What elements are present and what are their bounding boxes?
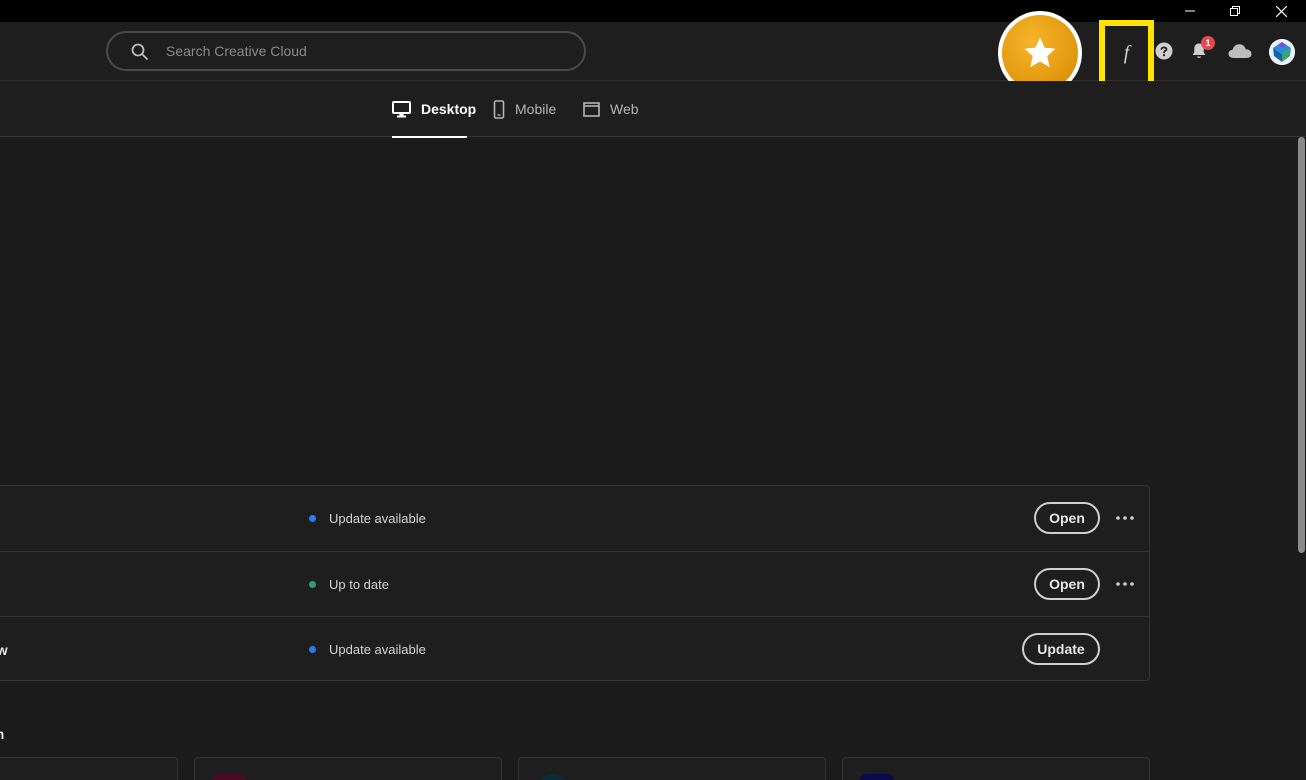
more-options-button[interactable]	[1114, 507, 1136, 529]
app-row: aw Update available Update	[0, 616, 1149, 681]
status-dot-icon	[309, 515, 316, 522]
tab-mobile[interactable]: Mobile	[493, 81, 556, 137]
app-card[interactable]	[518, 757, 826, 780]
tab-web[interactable]: Web	[583, 81, 639, 137]
star-badge-inner	[1002, 15, 1078, 91]
star-icon	[1024, 37, 1056, 68]
fonts-button[interactable]: f	[1099, 20, 1154, 87]
notification-badge: 1	[1201, 36, 1215, 50]
help-icon	[1155, 42, 1173, 60]
help-button[interactable]	[1152, 39, 1176, 63]
app-card[interactable]	[194, 757, 502, 780]
avatar[interactable]	[1269, 39, 1295, 65]
app-row: p Update available Open	[0, 486, 1149, 551]
more-icon	[1116, 582, 1134, 586]
app-row: Up to date Open	[0, 551, 1149, 616]
app-status-text: Up to date	[329, 577, 389, 592]
app-status-text: Update available	[329, 511, 426, 526]
tab-desktop[interactable]: Desktop	[392, 81, 476, 138]
app-status: Update available	[309, 511, 426, 526]
app-header: f 1	[0, 11, 1306, 95]
app-name: aw	[0, 642, 8, 658]
app-status-text: Update available	[329, 642, 426, 657]
cloud-sync-button[interactable]	[1226, 39, 1254, 63]
app-card-icon	[859, 774, 895, 780]
tab-web-label: Web	[610, 101, 639, 117]
installed-apps-list: p Update available Open Up to date Open …	[0, 485, 1150, 681]
app-card[interactable]	[842, 757, 1150, 780]
status-dot-icon	[309, 581, 316, 588]
status-dot-icon	[309, 646, 316, 653]
title-bar	[0, 0, 1306, 22]
mobile-icon	[493, 99, 505, 119]
app-status: Up to date	[309, 577, 389, 592]
cloud-icon	[1228, 44, 1252, 58]
web-icon	[583, 101, 600, 117]
creative-cloud-window: f 1 Desktop Mobile	[0, 0, 1306, 780]
fonts-icon: f	[1123, 42, 1130, 64]
tab-desktop-label: Desktop	[421, 101, 477, 117]
search-bar[interactable]	[106, 31, 586, 71]
close-button[interactable]	[1258, 0, 1304, 22]
search-icon	[131, 43, 148, 60]
more-options-button[interactable]	[1114, 573, 1136, 595]
scrollbar[interactable]	[1296, 137, 1306, 780]
close-icon	[1275, 5, 1287, 17]
platform-tabs: Desktop Mobile Web	[0, 81, 1306, 138]
app-status: Update available	[309, 642, 426, 657]
search-input[interactable]	[166, 41, 566, 61]
more-icon	[1116, 516, 1134, 520]
restore-icon	[1230, 6, 1240, 16]
section-title: an	[0, 726, 5, 742]
open-button[interactable]: Open	[1034, 502, 1100, 534]
app-card-icon	[211, 774, 247, 780]
update-button[interactable]: Update	[1022, 633, 1100, 665]
app-card[interactable]	[0, 757, 178, 780]
minimize-icon	[1185, 10, 1195, 12]
desktop-icon	[392, 100, 411, 118]
restore-button[interactable]	[1212, 0, 1258, 22]
avatar-image	[1269, 39, 1295, 65]
open-button[interactable]: Open	[1034, 568, 1100, 600]
app-card-icon	[535, 774, 571, 780]
minimize-button[interactable]	[1167, 0, 1213, 22]
scrollbar-thumb[interactable]	[1298, 137, 1305, 553]
tab-mobile-label: Mobile	[515, 101, 557, 117]
